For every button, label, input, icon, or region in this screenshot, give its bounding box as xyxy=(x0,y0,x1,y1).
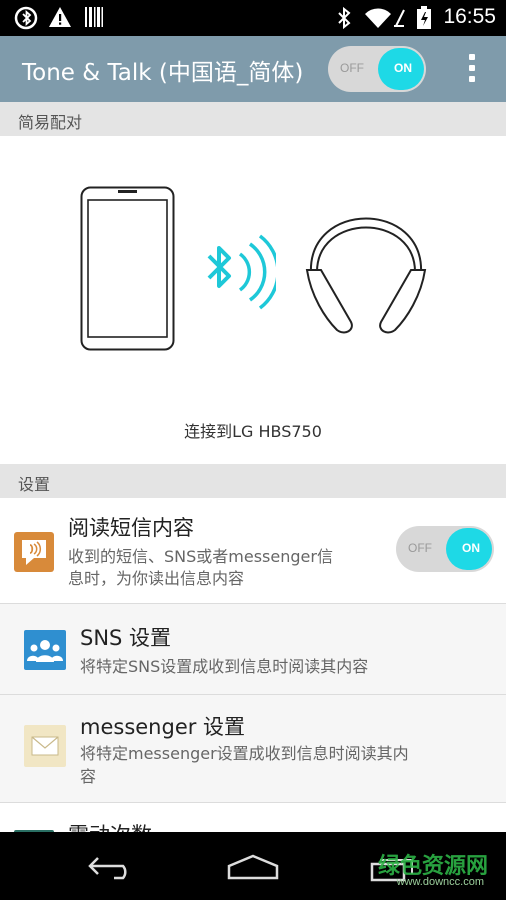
messenger-settings-subtitle-2: 容 xyxy=(80,767,97,786)
read-messages-row[interactable]: 阅读短信内容 收到的短信、SNS或者messenger信 息时，为你读出信息内容… xyxy=(0,498,506,604)
pairing-panel[interactable]: 连接到LG HBS750 xyxy=(0,136,506,464)
bluetooth-icon xyxy=(336,6,352,34)
main-toggle[interactable]: OFF ON xyxy=(328,46,426,92)
home-icon[interactable] xyxy=(226,854,280,884)
section-header-pairing: 简易配对 xyxy=(0,102,506,136)
warning-icon xyxy=(48,6,72,32)
bluetooth-signal-icon xyxy=(204,234,280,314)
vibration-count-title: 震动次数 xyxy=(68,819,152,832)
read-messages-title: 阅读短信内容 xyxy=(68,516,194,540)
bluetooth-settings-icon xyxy=(14,6,40,34)
navigation-bar: 绿色资源网 www.downcc.com xyxy=(0,832,506,900)
sns-settings-title: SNS 设置 xyxy=(80,626,172,650)
section-header-settings: 设置 xyxy=(0,464,506,498)
back-icon[interactable] xyxy=(86,854,138,884)
headset-icon xyxy=(303,204,429,340)
read-messages-toggle[interactable]: OFF ON xyxy=(396,526,494,572)
overflow-menu-icon[interactable] xyxy=(468,54,476,84)
battery-charging-icon xyxy=(416,6,432,34)
toggle-off-label: OFF xyxy=(408,541,432,555)
vibration-count-row[interactable]: 震动次数 xyxy=(0,803,506,832)
barcode-icon xyxy=(84,6,104,32)
watermark-url: www.downcc.com xyxy=(396,876,484,888)
status-bar: 16:55 xyxy=(0,0,506,36)
message-speech-icon xyxy=(14,532,54,576)
phone-icon xyxy=(80,186,176,356)
toggle-on-label: ON xyxy=(462,541,480,555)
envelope-icon xyxy=(24,725,66,771)
app-bar: Tone & Talk (中国语_简体) OFF ON xyxy=(0,36,506,102)
read-messages-subtitle-1: 收到的短信、SNS或者messenger信 xyxy=(68,547,333,566)
sns-people-icon xyxy=(24,630,66,674)
app-title: Tone & Talk (中国语_简体) xyxy=(22,60,304,86)
toggle-on-label: ON xyxy=(394,61,412,75)
messenger-settings-title: messenger 设置 xyxy=(80,715,246,739)
wifi-icon xyxy=(364,6,408,34)
messenger-settings-subtitle-1: 将特定messenger设置成收到信息时阅读其内 xyxy=(80,744,409,763)
messenger-settings-row[interactable]: messenger 设置 将特定messenger设置成收到信息时阅读其内 容 xyxy=(0,695,506,803)
read-messages-subtitle-2: 息时，为你读出信息内容 xyxy=(68,569,245,588)
sns-settings-subtitle: 将特定SNS设置成收到信息时阅读其内容 xyxy=(80,657,369,676)
toggle-off-label: OFF xyxy=(340,61,364,75)
status-clock: 16:55 xyxy=(443,5,496,28)
pairing-caption: 连接到LG HBS750 xyxy=(184,422,322,441)
sns-settings-row[interactable]: SNS 设置 将特定SNS设置成收到信息时阅读其内容 xyxy=(0,604,506,695)
